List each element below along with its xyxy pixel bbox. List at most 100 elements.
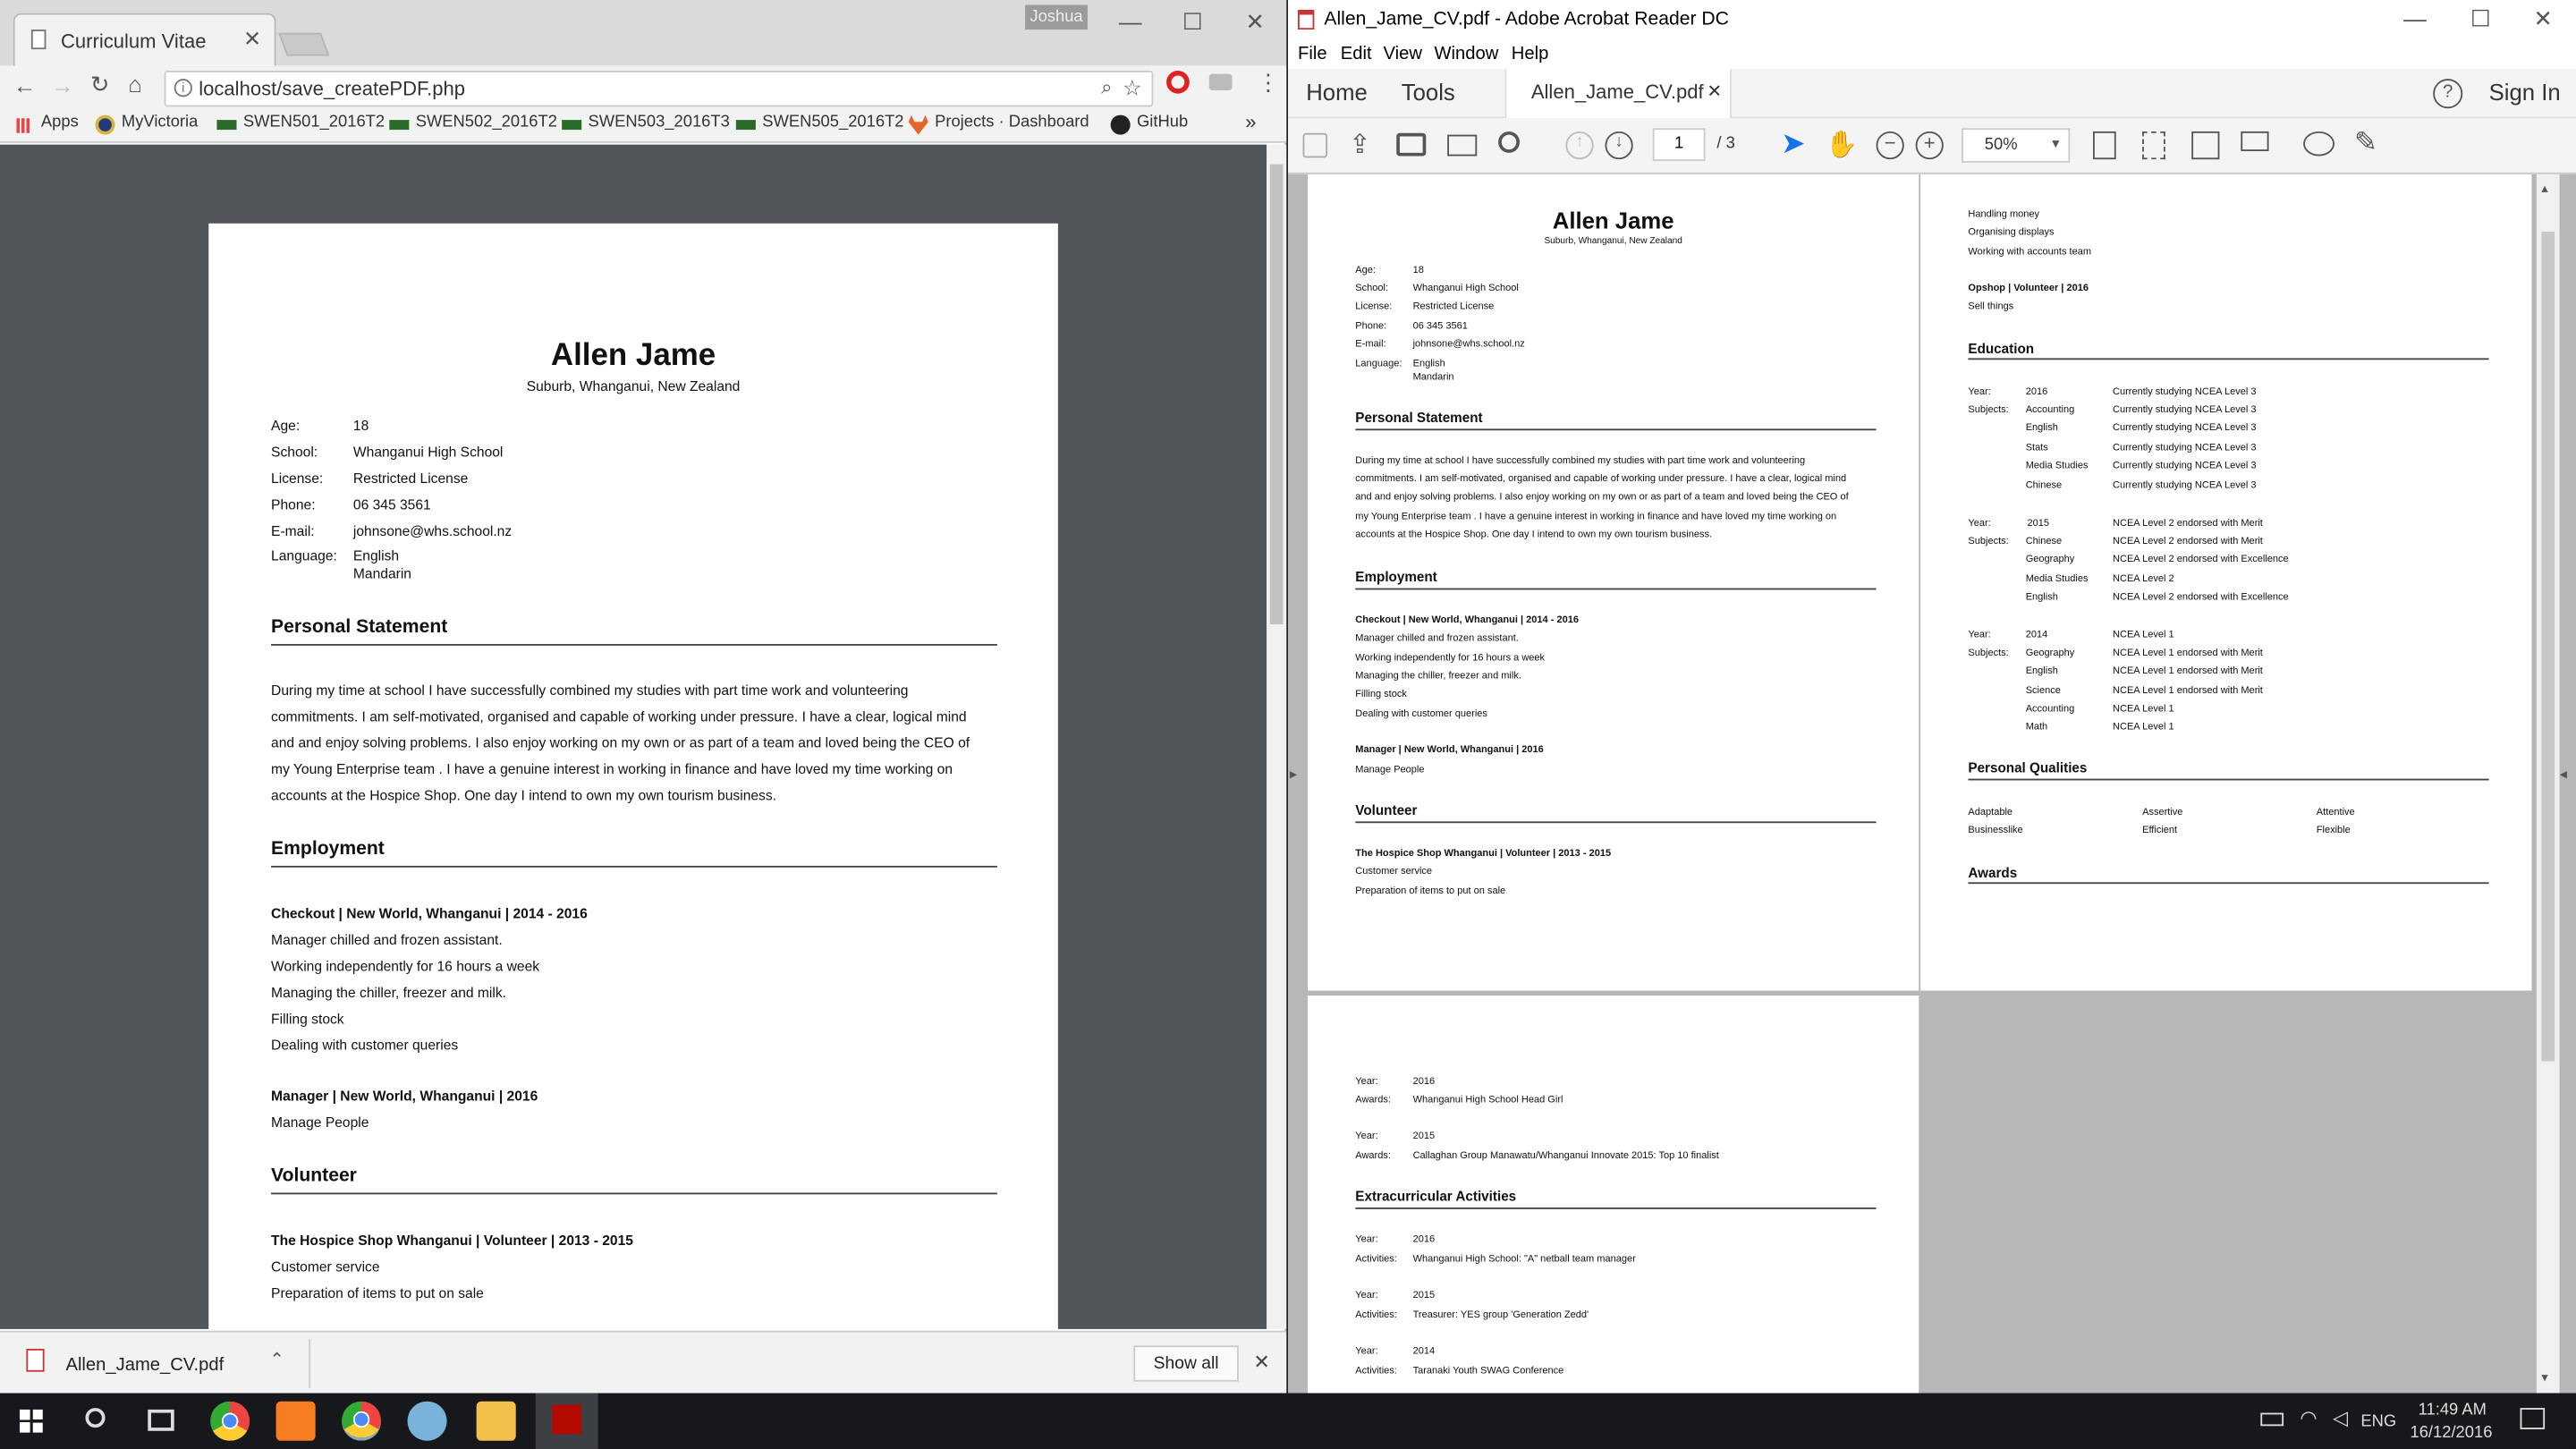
- bookmark-github[interactable]: GitHub: [1137, 114, 1188, 131]
- action-center-icon[interactable]: [2520, 1408, 2546, 1429]
- reload-icon[interactable]: ↻: [90, 71, 110, 98]
- download-filename[interactable]: Allen_Jame_CV.pdf: [65, 1355, 224, 1375]
- bookmark-myvictoria[interactable]: MyVictoria: [122, 114, 198, 131]
- print-icon[interactable]: [1396, 132, 1427, 157]
- star-icon[interactable]: ☆: [1123, 75, 1141, 101]
- maximize-icon[interactable]: ☐: [1160, 4, 1225, 39]
- select-cursor-icon[interactable]: ➤: [1781, 126, 1806, 161]
- detail-value: Mandarin: [1412, 372, 1454, 383]
- search-icon[interactable]: [1498, 131, 1520, 153]
- chrome-taskbar-icon[interactable]: [210, 1401, 250, 1441]
- upload-icon[interactable]: ⇪: [1349, 128, 1371, 161]
- clock-date[interactable]: 16/12/2016: [2410, 1424, 2492, 1442]
- zoom-select[interactable]: 50% ▾: [1962, 128, 2071, 163]
- next-page-icon[interactable]: ↓: [1605, 131, 1633, 160]
- divider: [1355, 428, 1877, 431]
- menu-file[interactable]: File: [1298, 45, 1327, 64]
- home-icon[interactable]: ⌂: [128, 71, 142, 97]
- start-button[interactable]: [20, 1409, 43, 1433]
- sign-in-link[interactable]: Sign In: [2489, 79, 2561, 105]
- volume-icon[interactable]: ◁: [2333, 1406, 2348, 1429]
- nav-home[interactable]: Home: [1306, 79, 1368, 105]
- task-view-icon[interactable]: [148, 1409, 174, 1431]
- more-bookmarks-icon[interactable]: »: [1245, 110, 1256, 133]
- save-icon[interactable]: [1302, 132, 1328, 158]
- bookmark-folder-icon: [562, 120, 582, 131]
- close-document-icon[interactable]: ✕: [1707, 80, 1722, 102]
- acrobat-taskbar-button[interactable]: [535, 1393, 598, 1449]
- search-icon[interactable]: [85, 1408, 106, 1428]
- show-all-button[interactable]: Show all: [1133, 1345, 1239, 1382]
- extension-icon[interactable]: [1208, 73, 1233, 91]
- forward-icon[interactable]: →: [51, 72, 74, 98]
- help-icon[interactable]: ?: [2433, 79, 2463, 109]
- viewer-scrollbar[interactable]: [1267, 144, 1287, 1329]
- quality: Efficient: [2142, 826, 2178, 836]
- tab-curriculum-vitae[interactable]: Curriculum Vitae ✕: [13, 13, 276, 70]
- menu-edit[interactable]: Edit: [1341, 45, 1372, 64]
- pdf-file-icon: [26, 1348, 45, 1372]
- scroll-mode-icon[interactable]: [2092, 131, 2116, 160]
- close-window-icon[interactable]: ✕: [1223, 4, 1288, 39]
- info-icon[interactable]: i: [174, 79, 192, 97]
- battery-icon[interactable]: [2260, 1412, 2284, 1427]
- minimize-icon[interactable]: —: [2382, 0, 2447, 36]
- new-tab-button[interactable]: [278, 32, 330, 56]
- back-icon[interactable]: ←: [13, 72, 37, 98]
- nav-tools[interactable]: Tools: [1402, 79, 1455, 105]
- document-scrollbar[interactable]: ▴ ▾: [2536, 174, 2560, 1394]
- full-screen-icon[interactable]: [2191, 131, 2220, 160]
- bookmark-projects[interactable]: Projects · Dashboard: [935, 114, 1089, 131]
- edu-result: NCEA Level 1: [2113, 704, 2174, 715]
- scroll-down-icon[interactable]: ▾: [2541, 1370, 2547, 1385]
- xampp-taskbar-icon[interactable]: [275, 1401, 316, 1441]
- zoom-out-icon[interactable]: −: [1876, 131, 1904, 160]
- scroll-up-icon[interactable]: ▴: [2541, 181, 2547, 196]
- menu-icon[interactable]: ⋮: [1257, 69, 1280, 97]
- menu-help[interactable]: Help: [1512, 45, 1549, 64]
- fit-page-icon[interactable]: [2142, 131, 2165, 160]
- maximize-icon[interactable]: ☐: [2448, 0, 2513, 36]
- search-icon[interactable]: ⌕: [1101, 75, 1112, 100]
- divider: [1968, 778, 2489, 781]
- scroll-thumb[interactable]: [2541, 231, 2555, 1062]
- wifi-icon[interactable]: ◠: [2300, 1406, 2317, 1429]
- pen-icon[interactable]: ✎: [2354, 126, 2377, 159]
- close-tab-icon[interactable]: ✕: [243, 26, 261, 52]
- hand-tool-icon[interactable]: ✋: [1826, 128, 1859, 161]
- clock-time[interactable]: 11:49 AM: [2419, 1402, 2487, 1419]
- bookmark-swen501[interactable]: SWEN501_2016T2: [243, 114, 385, 131]
- job-item: Filling stock: [271, 1010, 344, 1027]
- bookmark-swen502[interactable]: SWEN502_2016T2: [416, 114, 557, 131]
- zoom-in-icon[interactable]: +: [1915, 131, 1944, 160]
- opera-icon[interactable]: [1166, 70, 1190, 94]
- award-year: 2016: [1412, 1077, 1436, 1088]
- paint-taskbar-icon[interactable]: [407, 1401, 447, 1441]
- minimize-icon[interactable]: —: [1097, 4, 1163, 39]
- document-tab[interactable]: Allen_Jame_CV.pdf ✕: [1504, 69, 1732, 119]
- section-heading: Awards: [1968, 864, 2018, 881]
- language-indicator[interactable]: ENG: [2360, 1413, 2396, 1431]
- left-panel-arrow-icon[interactable]: ▸: [1290, 766, 1297, 784]
- close-downloads-icon[interactable]: ✕: [1253, 1351, 1269, 1374]
- profile-name[interactable]: Joshua: [1025, 4, 1088, 30]
- chevron-up-icon[interactable]: ⌃: [269, 1349, 284, 1370]
- chrome-active-taskbar-icon[interactable]: [342, 1401, 382, 1441]
- email-icon[interactable]: [1447, 134, 1478, 157]
- bookmark-apps[interactable]: Apps: [41, 114, 79, 131]
- bookmark-swen503[interactable]: SWEN503_2016T3: [589, 114, 730, 131]
- url-text[interactable]: localhost/save_createPDF.php: [199, 77, 465, 100]
- document-area: ▸ ◂ ▴ ▾ Allen Jame Suburb, Whanganui, Ne…: [1287, 174, 2576, 1394]
- comment-icon[interactable]: [2303, 131, 2334, 157]
- read-mode-icon[interactable]: [2241, 131, 2269, 151]
- right-panel-arrow-icon[interactable]: ◂: [2560, 766, 2567, 784]
- file-explorer-icon[interactable]: [476, 1401, 516, 1441]
- menu-window[interactable]: Window: [1434, 45, 1498, 64]
- page-number-input[interactable]: 1: [1652, 128, 1706, 161]
- scroll-thumb[interactable]: [1269, 164, 1284, 624]
- address-bar[interactable]: i localhost/save_createPDF.php ⌕ ☆: [164, 70, 1154, 107]
- previous-page-icon[interactable]: ↑: [1565, 131, 1594, 160]
- bookmark-swen505[interactable]: SWEN505_2016T2: [762, 114, 903, 131]
- close-window-icon[interactable]: ✕: [2511, 0, 2576, 36]
- menu-view[interactable]: View: [1384, 45, 1422, 64]
